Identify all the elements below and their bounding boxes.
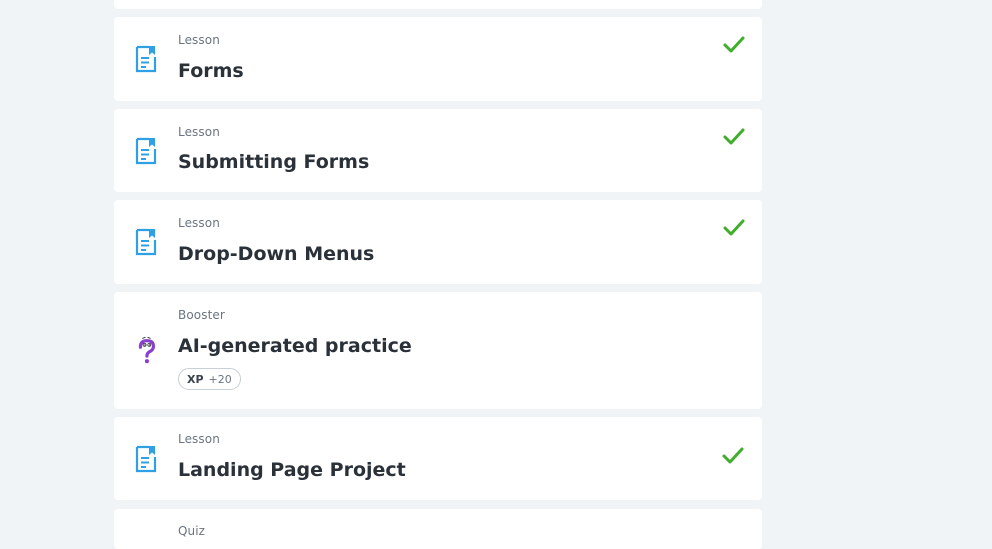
item-type: Lesson bbox=[178, 33, 220, 47]
lesson-icon bbox=[135, 445, 157, 473]
check-icon bbox=[723, 36, 745, 53]
list-item-forms[interactable]: Lesson Forms bbox=[114, 17, 762, 101]
xp-label: XP bbox=[187, 372, 204, 386]
list-item-drop-down-menus[interactable]: Lesson Drop-Down Menus bbox=[114, 200, 762, 284]
xp-badge: XP +20 bbox=[178, 368, 241, 390]
item-title: Drop-Down Menus bbox=[178, 243, 375, 265]
item-type: Lesson bbox=[178, 125, 220, 139]
item-title: AI-generated practice bbox=[178, 335, 412, 357]
lesson-icon bbox=[135, 228, 157, 256]
check-icon bbox=[722, 447, 744, 464]
item-type: Booster bbox=[178, 308, 225, 322]
xp-value: +20 bbox=[208, 372, 232, 386]
lesson-icon bbox=[135, 137, 157, 165]
list-item-landing-page-project[interactable]: Lesson Landing Page Project bbox=[114, 417, 762, 500]
list-item-partial-top[interactable] bbox=[114, 0, 762, 9]
check-icon bbox=[723, 219, 745, 236]
item-title: Submitting Forms bbox=[178, 151, 370, 173]
check-icon bbox=[723, 128, 745, 145]
list-item-ai-generated-practice[interactable]: Booster AI-generated practice XP +20 bbox=[114, 292, 762, 409]
list-item-submitting-forms[interactable]: Lesson Submitting Forms bbox=[114, 109, 762, 192]
item-title: Forms bbox=[178, 60, 244, 82]
item-type: Quiz bbox=[178, 524, 206, 538]
item-type: Lesson bbox=[178, 432, 220, 446]
list-item-quiz[interactable]: Quiz bbox=[114, 509, 762, 549]
item-title: Landing Page Project bbox=[178, 459, 406, 481]
lesson-icon bbox=[135, 45, 157, 73]
item-type: Lesson bbox=[178, 216, 220, 230]
question-mark-icon bbox=[138, 336, 156, 364]
